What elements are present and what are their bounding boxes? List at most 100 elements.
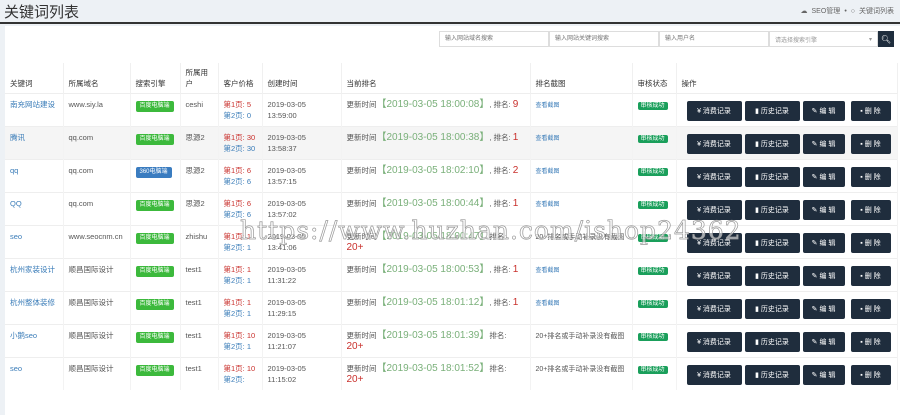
edit-button[interactable]: ✎ 编 辑 [802, 332, 845, 352]
keyword-link[interactable]: QQ [10, 199, 22, 208]
edit-label: 编 辑 [819, 239, 836, 247]
history-label: 历史记录 [760, 272, 789, 280]
page1-value: 10 [246, 364, 256, 373]
page2-value: 1 [246, 342, 252, 351]
delete-button[interactable]: ▪ 删 除 [850, 332, 891, 352]
keyword-search-input[interactable] [549, 31, 659, 47]
breadcrumb-seo[interactable]: SEO管理 [812, 6, 841, 16]
user-search-input[interactable] [659, 31, 769, 47]
trash-icon: ▪ [860, 239, 863, 247]
user-cell: 思源2 [180, 126, 219, 160]
table-row: seo www.seocnm.cn 百度电脑端 zhishu 第1页: 1 第2页… [5, 225, 898, 259]
page1-price: 第1页: 30 [224, 133, 256, 142]
user-cell: zhishu [180, 225, 219, 259]
view-screenshot-link[interactable]: 查看截图 [536, 136, 560, 142]
view-screenshot-link[interactable]: 查看截图 [536, 202, 560, 208]
rank-label: 排名: [493, 133, 511, 142]
keyword-link[interactable]: seo [10, 364, 22, 373]
page1-label: 第1页: [223, 298, 245, 307]
keyword-link[interactable]: 杭州整体装修 [10, 298, 55, 307]
view-screenshot-link[interactable]: 查看截图 [536, 301, 560, 307]
created-cell: 2019-03-05 13:59:00 [262, 93, 342, 127]
edit-button[interactable]: ✎ 编 辑 [802, 266, 845, 286]
column-header: 所属用户 [180, 63, 219, 94]
keyword-link[interactable]: qq [10, 166, 18, 175]
update-time: 【2019-03-05 18:00:38】 [376, 132, 490, 143]
history-record-button[interactable]: ▮ 历史记录 [744, 332, 800, 352]
view-screenshot-link[interactable]: 查看截图 [536, 268, 560, 274]
delete-button[interactable]: ▪ 删 除 [850, 167, 891, 187]
keyword-link[interactable]: 南充网站建设 [10, 100, 55, 109]
delete-label: 删 除 [864, 206, 881, 214]
search-button[interactable]: 🔍︎ [878, 31, 894, 47]
delete-button[interactable]: ▪ 删 除 [850, 266, 891, 286]
history-record-button[interactable]: ▮ 历史记录 [744, 200, 800, 220]
delete-button[interactable]: ▪ 删 除 [850, 233, 891, 253]
created-cell: 2019-03-05 11:15:02 [262, 357, 342, 390]
engine-badge: 百度电脑端 [135, 101, 174, 112]
column-header: 搜索引擎 [130, 63, 181, 94]
view-screenshot-link[interactable]: 查看截图 [536, 103, 560, 109]
edit-button[interactable]: ✎ 编 辑 [802, 101, 845, 121]
consume-record-button[interactable]: ¥ 消费记录 [686, 167, 742, 187]
page2-price: 第2页: 1 [224, 309, 252, 318]
update-time: 【2019-03-05 18:02:10】 [376, 165, 490, 176]
column-header: 排名截图 [530, 63, 633, 94]
page1-label: 第1页: [223, 265, 245, 274]
history-record-button[interactable]: ▮ 历史记录 [744, 266, 800, 286]
created-cell: 2019-03-05 11:31:22 [262, 258, 342, 292]
edit-icon: ✎ [811, 272, 818, 280]
delete-button[interactable]: ▪ 删 除 [850, 299, 891, 319]
keyword-link[interactable]: 杭州家装设计 [10, 265, 55, 274]
domain-search-input[interactable] [439, 31, 549, 47]
consume-record-button[interactable]: ¥ 消费记录 [686, 266, 742, 286]
view-screenshot-link[interactable]: 查看截图 [536, 169, 560, 175]
breadcrumb-keywords[interactable]: 关键词列表 [859, 6, 894, 16]
history-record-button[interactable]: ▮ 历史记录 [744, 233, 800, 253]
history-record-button[interactable]: ▮ 历史记录 [744, 101, 800, 121]
status-badge: 审核成功 [637, 300, 668, 308]
trash-icon: ▪ [860, 140, 863, 148]
update-label: 更新时间 [346, 199, 377, 208]
keyword-link[interactable]: 腾讯 [10, 133, 25, 142]
delete-button[interactable]: ▪ 删 除 [850, 365, 891, 385]
consume-record-button[interactable]: ¥ 消费记录 [686, 101, 742, 121]
delete-button[interactable]: ▪ 删 除 [850, 134, 891, 154]
history-record-button[interactable]: ▮ 历史记录 [744, 167, 800, 187]
update-label: 更新时间 [346, 298, 377, 307]
edit-button[interactable]: ✎ 编 辑 [802, 299, 845, 319]
rank-value: 1 [512, 132, 519, 143]
history-record-button[interactable]: ▮ 历史记录 [744, 299, 800, 319]
history-record-button[interactable]: ▮ 历史记录 [744, 365, 800, 385]
file-icon: ▮ [755, 305, 759, 313]
edit-button[interactable]: ✎ 编 辑 [802, 233, 845, 253]
consume-record-button[interactable]: ¥ 消费记录 [686, 332, 742, 352]
domain-cell: 顺昌国际设计 [63, 324, 131, 358]
keyword-link[interactable]: 小鹅seo [10, 331, 37, 340]
page2-price: 第2页: 1 [224, 243, 252, 252]
page1-price: 第1页: 5 [224, 100, 252, 109]
edit-icon: ✎ [811, 140, 818, 148]
consume-record-button[interactable]: ¥ 消费记录 [686, 365, 742, 385]
edit-button[interactable]: ✎ 编 辑 [802, 200, 845, 220]
edit-button[interactable]: ✎ 编 辑 [802, 167, 845, 187]
breadcrumb: ☁ SEO管理 • ○ 关键词列表 [801, 6, 894, 16]
consume-record-button[interactable]: ¥ 消费记录 [686, 200, 742, 220]
delete-button[interactable]: ▪ 删 除 [850, 200, 891, 220]
edit-button[interactable]: ✎ 编 辑 [802, 134, 845, 154]
page2-value: 1 [246, 309, 252, 318]
edit-button[interactable]: ✎ 编 辑 [802, 365, 845, 385]
column-header: 审核状态 [632, 63, 677, 94]
rank-value: 2 [512, 165, 519, 176]
table-row: 杭州家装设计 顺昌国际设计 百度电脑端 test1 第1页: 1 第2页: 1 2… [5, 258, 898, 292]
page2-value: 30 [246, 144, 256, 153]
edit-label: 编 辑 [819, 305, 836, 313]
consume-record-button[interactable]: ¥ 消费记录 [686, 299, 742, 319]
delete-button[interactable]: ▪ 删 除 [850, 101, 891, 121]
engine-select[interactable]: 请选择搜索引擎 ▾ [769, 31, 878, 47]
rank-label: 排名: [493, 265, 511, 274]
keyword-link[interactable]: seo [10, 232, 22, 241]
consume-record-button[interactable]: ¥ 消费记录 [686, 233, 742, 253]
consume-record-button[interactable]: ¥ 消费记录 [686, 134, 742, 154]
history-record-button[interactable]: ▮ 历史记录 [744, 134, 800, 154]
